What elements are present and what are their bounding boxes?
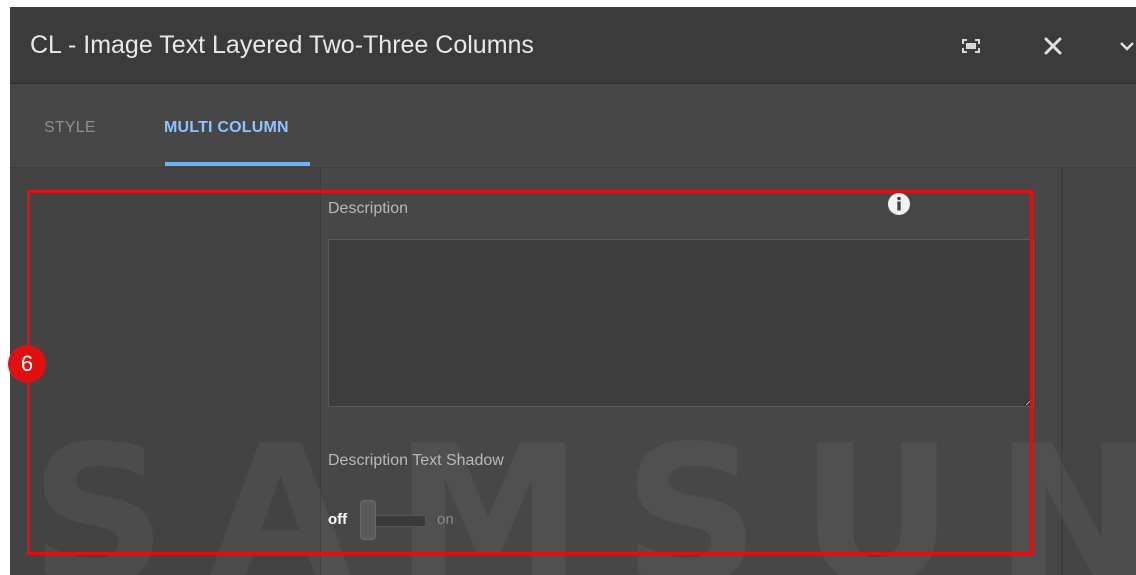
tab-bar: STYLE MULTI COLUMN <box>10 84 1136 168</box>
close-icon <box>1044 37 1062 55</box>
active-tab-indicator <box>165 162 310 166</box>
chevron-down-icon <box>1120 42 1134 51</box>
screenshot-frame: CL - Image Text Layered Two-Three Column… <box>0 0 1136 575</box>
description-label: Description <box>328 200 409 217</box>
tab-multi-column[interactable]: MULTI COLUMN <box>164 119 289 137</box>
tab-style[interactable]: STYLE <box>44 119 96 137</box>
fullscreen-button[interactable] <box>954 29 988 63</box>
toggle-on-label: on <box>437 511 454 528</box>
dialog-titlebar: CL - Image Text Layered Two-Three Column… <box>10 7 1136 84</box>
collapse-button[interactable] <box>1110 29 1136 63</box>
description-textarea[interactable] <box>328 239 1034 407</box>
description-text-shadow-toggle[interactable] <box>360 500 426 540</box>
dialog-title: CL - Image Text Layered Two-Three Column… <box>30 31 534 59</box>
right-gutter <box>1062 168 1136 575</box>
annotation-number-badge: 6 <box>8 345 46 383</box>
close-button[interactable] <box>1036 29 1070 63</box>
left-panel <box>10 168 321 575</box>
toggle-thumb[interactable] <box>360 500 376 540</box>
info-icon[interactable] <box>887 192 911 216</box>
toggle-off-label: off <box>328 511 348 528</box>
description-text-shadow-label: Description Text Shadow <box>328 452 504 469</box>
fullscreen-icon <box>962 39 980 53</box>
